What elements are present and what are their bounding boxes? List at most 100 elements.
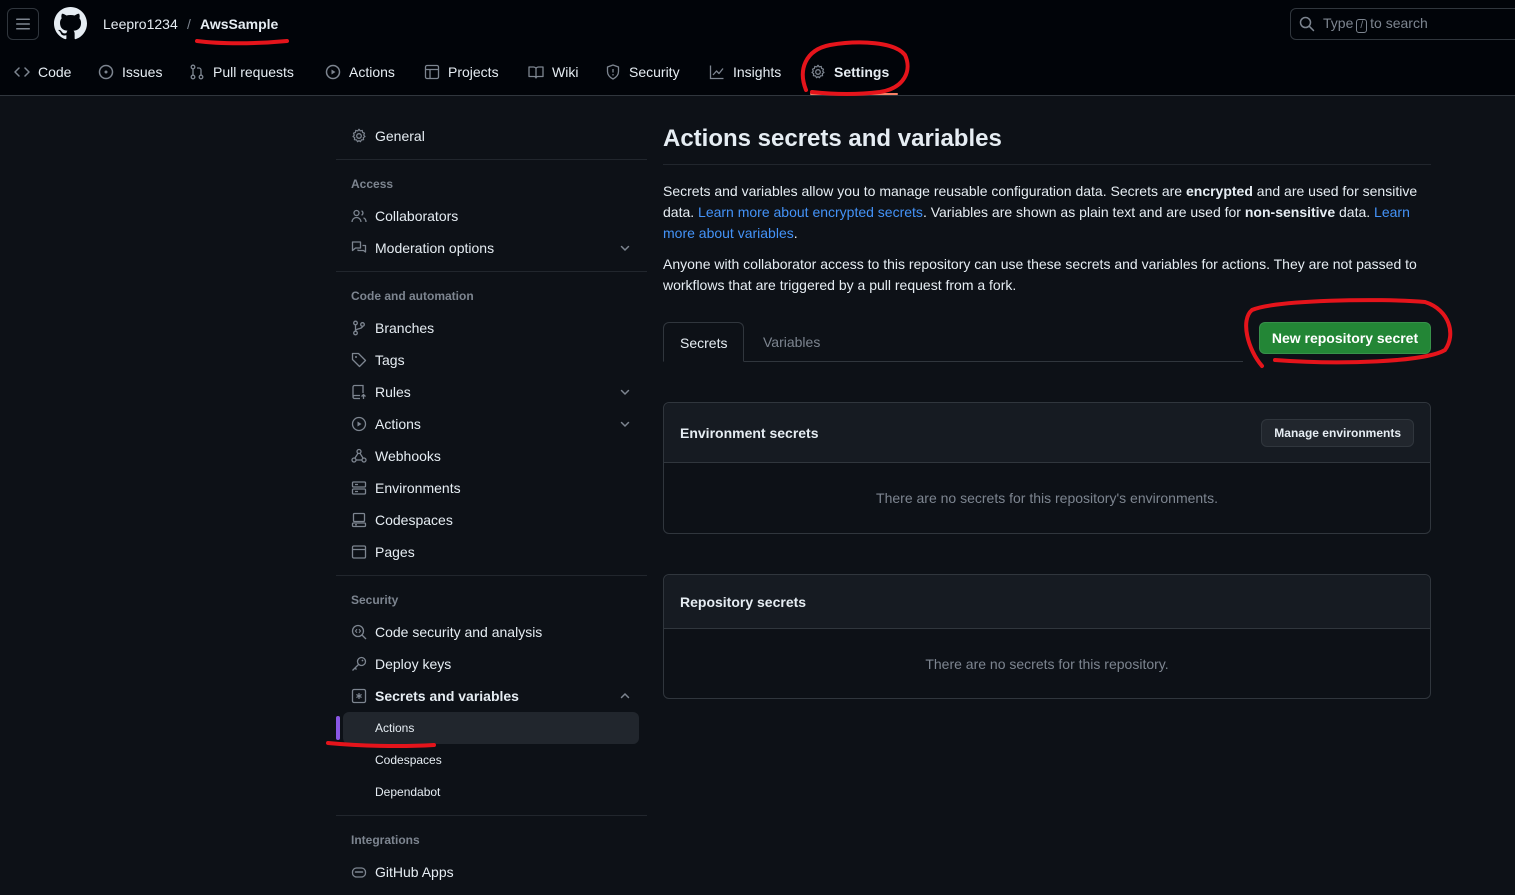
tab-settings-label: Settings <box>834 64 890 80</box>
sidebar-item-deploy-keys[interactable]: Deploy keys <box>343 648 639 680</box>
sidebar-item-environments[interactable]: Environments <box>343 472 639 504</box>
sidebar-item-label: Moderation options <box>375 240 495 256</box>
git-branch-icon <box>353 320 365 336</box>
chevron-down-icon[interactable] <box>619 242 631 254</box>
server-icon <box>351 481 367 495</box>
new-repository-secret-button[interactable]: New repository secret <box>1259 322 1431 354</box>
sidebar-item-label: Branches <box>375 320 435 336</box>
title-divider <box>663 164 1431 165</box>
tab-projects[interactable]: Projects <box>424 56 499 88</box>
tab-projects-label: Projects <box>448 64 499 80</box>
sidebar-item-pages[interactable]: Pages <box>343 536 639 568</box>
sidebar-item-github-apps[interactable]: GitHub Apps <box>343 856 639 888</box>
sidebar-subitem-codespaces[interactable]: Codespaces <box>343 744 639 776</box>
sidebar-item-label: Actions <box>375 416 421 432</box>
tab-issues[interactable]: Issues <box>98 56 162 88</box>
sidebar-item-webhooks[interactable]: Webhooks <box>343 440 639 472</box>
github-mark-icon <box>54 7 87 40</box>
sidebar-divider <box>336 159 647 160</box>
key-icon <box>352 656 367 671</box>
tab-settings[interactable]: Settings <box>810 56 889 88</box>
tab-code[interactable]: Code <box>14 56 71 88</box>
gear-icon <box>811 64 825 79</box>
breadcrumb-repo[interactable]: AwsSample <box>200 15 278 33</box>
learn-more-secrets-link[interactable]: Learn more about encrypted secrets <box>698 204 923 220</box>
tab-wiki-label: Wiki <box>552 64 579 80</box>
codescan-icon <box>351 624 367 640</box>
browser-icon <box>351 545 367 559</box>
sidebar-item-label: Rules <box>375 384 411 400</box>
environment-secrets-panel: Environment secrets Manage environments … <box>663 402 1431 534</box>
search-input[interactable]: Type / to search <box>1290 8 1515 40</box>
sidebar-item-tags[interactable]: Tags <box>343 344 639 376</box>
tab-wiki[interactable]: Wiki <box>528 56 578 88</box>
sidebar-item-code-security[interactable]: Code security and analysis <box>343 616 639 648</box>
sidebar-divider <box>336 815 647 816</box>
people-icon <box>351 209 367 223</box>
sidebar-subitem-dependabot[interactable]: Dependabot <box>343 776 639 808</box>
sidebar-divider <box>336 575 647 576</box>
breadcrumb-owner[interactable]: Leepro1234 <box>103 15 178 33</box>
repository-secrets-title: Repository secrets <box>680 593 807 610</box>
sidebar-item-general[interactable]: General <box>343 120 639 152</box>
code-icon <box>14 67 30 77</box>
hamburger-icon <box>16 18 30 30</box>
sidebar-item-secrets-variables[interactable]: Secrets and variables <box>343 680 639 712</box>
sidebar-item-label: Dependabot <box>375 785 441 799</box>
git-pull-request-icon <box>190 64 204 80</box>
page-title: Actions secrets and variables <box>663 125 1002 152</box>
active-tab-underline <box>810 93 898 95</box>
environment-secrets-header: Environment secrets Manage environments <box>664 403 1430 463</box>
chevron-down-icon[interactable] <box>619 418 631 430</box>
sidebar-item-label: Codespaces <box>375 512 453 528</box>
sidebar-item-codespaces[interactable]: Codespaces <box>343 504 639 536</box>
search-icon <box>1299 16 1315 32</box>
codespaces-icon <box>351 512 367 528</box>
tab-security[interactable]: Security <box>605 56 680 88</box>
tab-pull-requests[interactable]: Pull requests <box>189 56 294 88</box>
tab-issues-label: Issues <box>122 64 163 80</box>
tab-variables[interactable]: Variables <box>747 322 836 362</box>
sidebar-item-label: Secrets and variables <box>375 688 519 704</box>
repository-secrets-empty: There are no secrets for this repository… <box>925 655 1169 672</box>
tab-secrets[interactable]: Secrets <box>663 322 745 362</box>
sidebar-item-label: General <box>375 128 425 144</box>
sidebar-item-label: Collaborators <box>375 208 459 224</box>
sidebar-item-label: Pages <box>375 544 415 560</box>
sidebar-item-actions[interactable]: Actions <box>343 408 639 440</box>
sidebar-section-code-automation: Code and automation <box>351 289 474 303</box>
sidebar-item-label: Webhooks <box>375 448 441 464</box>
search-shortcut-key: / <box>1356 19 1368 33</box>
menu-button[interactable] <box>7 8 39 40</box>
tab-pull-requests-label: Pull requests <box>213 64 294 80</box>
github-logo-link[interactable] <box>54 7 87 40</box>
chevron-up-icon[interactable] <box>619 690 631 702</box>
sidebar-item-moderation[interactable]: Moderation options <box>343 232 639 264</box>
sidebar-item-collaborators[interactable]: Collaborators <box>343 200 639 232</box>
sidebar-divider <box>336 271 647 272</box>
sidebar-item-branches[interactable]: Branches <box>343 312 639 344</box>
shield-icon <box>606 64 620 80</box>
sidebar-item-label: Actions <box>375 721 415 735</box>
collaborator-notice: Anyone with collaborator access to this … <box>663 256 1417 293</box>
gear-icon <box>352 128 366 143</box>
tab-insights[interactable]: Insights <box>709 56 781 88</box>
environment-secrets-title: Environment secrets <box>680 424 819 441</box>
webhook-icon <box>351 448 367 463</box>
sidebar-item-label: Codespaces <box>375 753 442 767</box>
tab-actions[interactable]: Actions <box>325 56 395 88</box>
intro-paragraph: Secrets and variables allow you to manag… <box>663 183 1418 241</box>
repository-secrets-header: Repository secrets <box>664 575 1430 629</box>
book-icon <box>528 66 544 79</box>
manage-environments-button[interactable]: Manage environments <box>1261 419 1414 447</box>
selected-item-marker <box>336 716 340 740</box>
sidebar-item-label: GitHub Apps <box>375 864 454 880</box>
tab-security-label: Security <box>629 64 680 80</box>
table-icon <box>424 64 440 80</box>
app-header: Leepro1234 / AwsSample Type / to search Co… <box>0 0 1515 96</box>
sidebar-item-label: Deploy keys <box>375 656 452 672</box>
breadcrumb-separator: / <box>187 16 191 32</box>
sidebar-subitem-actions[interactable]: Actions <box>343 712 639 744</box>
sidebar-item-rules[interactable]: Rules <box>343 376 639 408</box>
chevron-down-icon[interactable] <box>619 386 631 398</box>
